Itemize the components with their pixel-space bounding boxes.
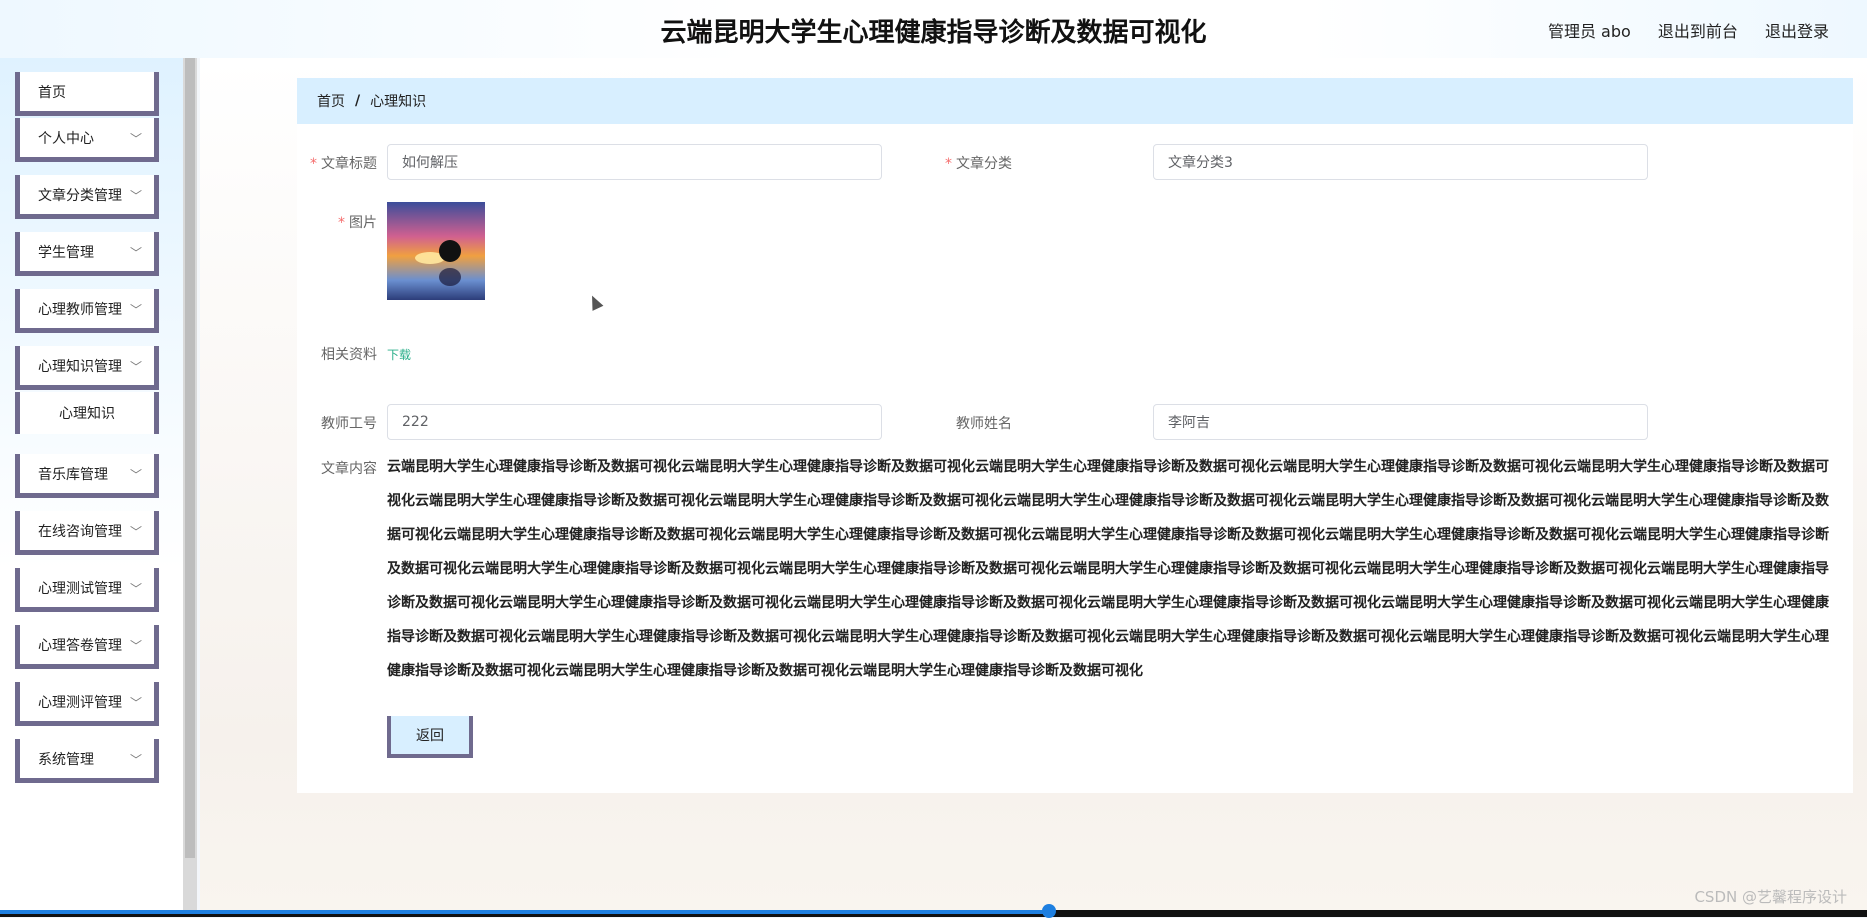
sidebar-item-label: 心理教师管理	[38, 301, 122, 318]
chevron-down-icon: ﹀	[129, 753, 142, 767]
header-actions: 管理员 abo 退出到前台 退出登录	[1526, 18, 1829, 42]
breadcrumb-home[interactable]: 首页	[317, 91, 345, 111]
title-input[interactable]: 如何解压	[387, 144, 882, 180]
sidebar-item-label: 心理测评管理	[38, 694, 122, 711]
sidebar-subitem-label: 心理知识	[59, 406, 115, 422]
sidebar-item-label: 心理测试管理	[38, 580, 122, 597]
sidebar-item-label: 文章分类管理	[38, 187, 122, 204]
sidebar-item-answers[interactable]: 心理答卷管理 ﹀	[15, 625, 159, 669]
top-header: 云端昆明大学生心理健康指导诊断及数据可视化 管理员 abo 退出到前台 退出登录	[0, 0, 1867, 58]
teacher-name-label: 教师姓名	[956, 416, 1012, 432]
sidebar-item-article-category[interactable]: 文章分类管理 ﹀	[15, 175, 159, 219]
dolphin-reflection-shape	[439, 268, 461, 286]
breadcrumb: 首页 / 心理知识	[297, 78, 1853, 124]
sidebar-item-knowledge[interactable]: 心理知识管理 ﹀	[15, 346, 159, 390]
detail-panel: 首页 / 心理知识 * 文章标题 如何解压 * 文章分类 文章分类3 * 图片 相关资…	[297, 78, 1853, 793]
content-label: 文章内容	[321, 461, 377, 477]
breadcrumb-separator: /	[355, 93, 361, 109]
chevron-down-icon: ﹀	[129, 360, 142, 374]
sidebar-scrollbar[interactable]	[183, 58, 197, 910]
teacher-id-label: 教师工号	[321, 416, 377, 432]
sidebar-item-consult[interactable]: 在线咨询管理 ﹀	[15, 511, 159, 555]
sidebar-item-teachers[interactable]: 心理教师管理 ﹀	[15, 289, 159, 333]
admin-user-label: 管理员 abo	[1547, 22, 1631, 41]
chevron-down-icon: ﹀	[129, 696, 142, 710]
chevron-down-icon: ﹀	[129, 525, 142, 539]
image-label: * 图片	[338, 215, 377, 231]
sidebar-item-personal-center[interactable]: 个人中心 ﹀	[15, 118, 159, 162]
chevron-down-icon: ﹀	[129, 582, 142, 596]
sidebar-item-label: 在线咨询管理	[38, 523, 122, 540]
chevron-down-icon: ﹀	[129, 303, 142, 317]
back-to-front-link[interactable]: 退出到前台	[1658, 22, 1738, 41]
sidebar-item-label: 心理答卷管理	[38, 637, 122, 654]
chevron-down-icon: ﹀	[129, 189, 142, 203]
chevron-down-icon: ﹀	[129, 132, 142, 146]
teacher-id-input[interactable]: 222	[387, 404, 882, 440]
breadcrumb-current: 心理知识	[370, 94, 427, 110]
sidebar-item-system[interactable]: 系统管理 ﹀	[15, 739, 159, 783]
article-content: 云端昆明大学生心理健康指导诊断及数据可视化云端昆明大学生心理健康指导诊断及数据可…	[387, 459, 1829, 679]
sidebar-item-music[interactable]: 音乐库管理 ﹀	[15, 454, 159, 498]
article-image[interactable]	[387, 202, 485, 300]
sidebar-subitem-knowledge[interactable]: 心理知识	[15, 392, 159, 434]
logout-link[interactable]: 退出登录	[1765, 22, 1829, 41]
material-label: 相关资料	[321, 347, 377, 363]
teacher-name-input[interactable]: 李阿吉	[1153, 404, 1648, 440]
category-label: * 文章分类	[945, 156, 1012, 172]
progress-bar	[0, 910, 1050, 914]
title-label: * 文章标题	[310, 156, 377, 172]
chevron-down-icon: ﹀	[129, 246, 142, 260]
sidebar-item-label: 音乐库管理	[38, 466, 108, 483]
dolphin-shape	[439, 240, 461, 262]
back-button[interactable]: 返回	[387, 716, 473, 758]
sidebar-item-evaluation[interactable]: 心理测评管理 ﹀	[15, 682, 159, 726]
sidebar-item-label: 个人中心	[38, 130, 94, 147]
sidebar-item-home[interactable]: 首页	[15, 72, 159, 116]
sidebar-item-label: 首页	[38, 84, 66, 101]
sidebar-item-label: 心理知识管理	[38, 358, 122, 375]
watermark: CSDN @艺馨程序设计	[1694, 888, 1847, 906]
progress-handle[interactable]	[1042, 904, 1056, 918]
scrollbar-thumb[interactable]	[185, 58, 195, 858]
chevron-down-icon: ﹀	[129, 639, 142, 653]
chevron-down-icon: ﹀	[129, 468, 142, 482]
category-input[interactable]: 文章分类3	[1153, 144, 1648, 180]
sidebar: 首页 个人中心 ﹀ 文章分类管理 ﹀ 学生管理 ﹀ 心理教师管理 ﹀ 心理知识管…	[0, 58, 183, 910]
sidebar-item-tests[interactable]: 心理测试管理 ﹀	[15, 568, 159, 612]
sidebar-item-label: 学生管理	[38, 244, 94, 261]
sidebar-item-label: 系统管理	[38, 751, 94, 768]
download-link[interactable]: 下载	[387, 346, 411, 363]
sidebar-item-students[interactable]: 学生管理 ﹀	[15, 232, 159, 276]
